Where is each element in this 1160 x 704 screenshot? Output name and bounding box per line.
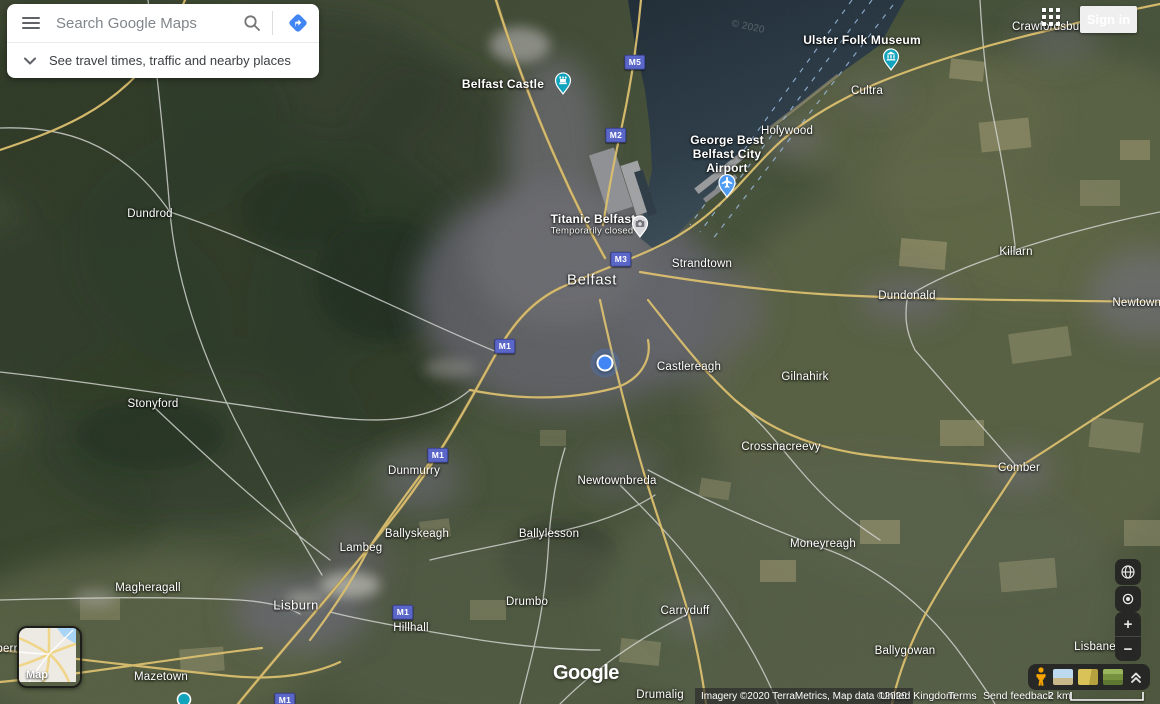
google-maps-app: Belfast CastleUlster Folk MuseumCrawford… xyxy=(0,0,1160,704)
scale-bar xyxy=(1070,692,1144,701)
google-apps-icon[interactable] xyxy=(1042,8,1060,26)
pegman-icon[interactable] xyxy=(1034,667,1048,687)
imagery-attribution-text: Imagery ©2020 TerraMetrics, Map data ©20… xyxy=(701,691,907,702)
imagery-bar xyxy=(1028,664,1150,690)
imagery-thumbnail[interactable] xyxy=(1103,669,1123,685)
my-location-icon xyxy=(1120,591,1136,607)
divider xyxy=(272,11,273,35)
globe-view-button[interactable] xyxy=(1115,559,1141,585)
dot-pin-icon[interactable] xyxy=(176,692,192,704)
zoom-in-button[interactable]: + xyxy=(1115,612,1141,636)
chevron-down-icon xyxy=(24,57,36,65)
directions-icon[interactable] xyxy=(281,6,315,40)
castle-icon[interactable] xyxy=(554,71,573,100)
airplane-icon[interactable] xyxy=(717,172,738,203)
museum-icon[interactable] xyxy=(882,47,901,76)
collapse-chevrons-icon[interactable] xyxy=(1128,669,1144,685)
map-view-toggle[interactable]: Map xyxy=(17,626,82,688)
send-feedback-link[interactable]: Send feedback xyxy=(983,690,1053,702)
search-icon[interactable] xyxy=(238,9,266,37)
imagery-thumbnail[interactable] xyxy=(1053,669,1073,685)
my-location-button[interactable] xyxy=(1115,586,1141,612)
search-card: See travel times, traffic and nearby pla… xyxy=(7,4,319,78)
travel-times-banner[interactable]: See travel times, traffic and nearby pla… xyxy=(7,42,319,78)
zoom-out-button[interactable]: − xyxy=(1115,636,1141,661)
search-input[interactable] xyxy=(54,14,238,33)
map-inset-label: Map xyxy=(26,669,48,681)
camera-icon[interactable] xyxy=(631,214,650,243)
imagery-thumbnail[interactable] xyxy=(1078,669,1098,685)
google-logo: Google xyxy=(553,663,619,683)
zoom-controls: + − xyxy=(1115,612,1141,661)
scale-label: 2 km xyxy=(1048,690,1071,702)
search-row xyxy=(7,4,319,42)
attribution-region: United Kingdom xyxy=(880,690,955,702)
terms-link[interactable]: Terms xyxy=(948,690,977,702)
menu-icon[interactable] xyxy=(22,17,40,29)
satellite-map-canvas[interactable] xyxy=(0,0,1160,704)
globe-icon xyxy=(1120,564,1136,580)
banner-label: See travel times, traffic and nearby pla… xyxy=(49,53,291,68)
sign-in-button[interactable]: Sign in xyxy=(1080,6,1137,33)
